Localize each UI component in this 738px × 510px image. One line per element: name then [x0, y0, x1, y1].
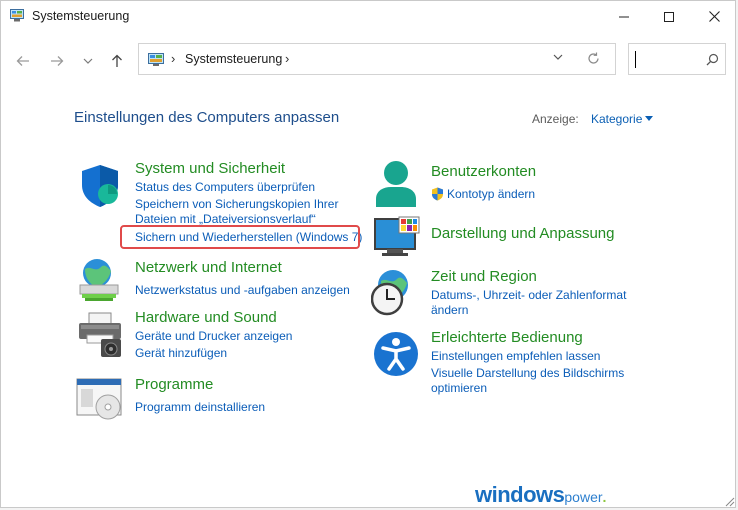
- search-input[interactable]: [633, 50, 703, 68]
- search-icon[interactable]: [706, 53, 719, 66]
- close-button[interactable]: [691, 1, 735, 32]
- breadcrumb-systemsteuerung[interactable]: Systemsteuerung: [185, 52, 282, 66]
- arrow-right-icon: [51, 56, 64, 66]
- control-panel-app-icon: [10, 9, 24, 22]
- link-network-status[interactable]: Netzwerkstatus und -aufgaben anzeigen: [135, 283, 350, 298]
- arrow-left-icon: [16, 56, 29, 66]
- forward-button[interactable]: [45, 49, 69, 73]
- link-date-time-format[interactable]: Datums-, Uhrzeit- oder Zahlenformat: [431, 288, 626, 303]
- programs-icon[interactable]: [76, 377, 124, 421]
- search-box[interactable]: [628, 43, 726, 75]
- maximize-button[interactable]: [646, 1, 692, 32]
- arrow-up-icon: [112, 54, 122, 67]
- logo-dot: .: [602, 489, 607, 505]
- title-bar[interactable]: Systemsteuerung: [1, 1, 735, 32]
- logo-small: power: [564, 489, 603, 505]
- category-title-system-security[interactable]: System und Sicherheit: [135, 160, 285, 177]
- globe-network-icon[interactable]: [77, 257, 123, 303]
- maximize-icon: [664, 11, 674, 22]
- link-uninstall-program[interactable]: Programm deinstallieren: [135, 400, 265, 415]
- resize-grip-icon[interactable]: [723, 495, 735, 507]
- category-title-ease-of-access[interactable]: Erleichterte Bedienung: [431, 329, 583, 346]
- windowspower-logo: windowspower.: [475, 482, 607, 507]
- text-caret: [635, 51, 636, 68]
- category-title-programs[interactable]: Programme: [135, 376, 213, 393]
- category-title-time-region[interactable]: Zeit und Region: [431, 268, 537, 285]
- control-panel-window: Systemsteuerung › Systemsteuerung › Eins…: [0, 0, 736, 508]
- close-icon: [708, 11, 720, 22]
- printer-icon[interactable]: [77, 311, 123, 357]
- link-devices-printers[interactable]: Geräte und Drucker anzeigen: [135, 329, 292, 344]
- link-change-account-type[interactable]: Kontotyp ändern: [447, 187, 535, 202]
- recent-locations-button[interactable]: [76, 49, 100, 73]
- navigation-toolbar: › Systemsteuerung ›: [1, 37, 735, 83]
- link-check-computer-status[interactable]: Status des Computers überprüfen: [135, 180, 315, 195]
- window-title: Systemsteuerung: [32, 9, 130, 23]
- link-optimize-visual-display[interactable]: Visuelle Darstellung des Bildschirms: [431, 366, 624, 381]
- link-date-time-format-line2[interactable]: ändern: [431, 303, 468, 318]
- minimize-icon: [619, 16, 629, 17]
- link-recommend-settings[interactable]: Einstellungen empfehlen lassen: [431, 349, 600, 364]
- address-bar[interactable]: › Systemsteuerung ›: [138, 43, 616, 75]
- breadcrumb-separator[interactable]: ›: [285, 51, 289, 66]
- view-label: Anzeige:: [532, 112, 579, 126]
- category-title-appearance-personalization[interactable]: Darstellung und Anpassung: [431, 225, 614, 242]
- link-optimize-visual-display-line2[interactable]: optimieren: [431, 381, 487, 396]
- highlight-frame: [120, 225, 360, 249]
- breadcrumb-separator[interactable]: ›: [171, 51, 175, 66]
- user-icon[interactable]: [373, 159, 419, 209]
- refresh-icon[interactable]: [587, 52, 600, 65]
- uac-shield-icon: [432, 187, 443, 201]
- back-button[interactable]: [11, 49, 35, 73]
- category-title-hardware-sound[interactable]: Hardware und Sound: [135, 309, 277, 326]
- category-title-user-accounts[interactable]: Benutzerkonten: [431, 163, 536, 180]
- logo-main: windows: [475, 482, 565, 507]
- accessibility-icon[interactable]: [373, 331, 419, 377]
- shield-icon[interactable]: [77, 163, 123, 209]
- clock-globe-icon[interactable]: [371, 267, 421, 317]
- dropdown-arrow-icon[interactable]: [645, 116, 653, 121]
- monitor-icon[interactable]: [373, 215, 421, 259]
- page-title: Einstellungen des Computers anpassen: [74, 109, 340, 126]
- view-mode-dropdown[interactable]: Kategorie: [591, 112, 642, 126]
- up-button[interactable]: [105, 49, 129, 73]
- link-backup-file-history[interactable]: Speichern von Sicherungskopien Ihrer: [135, 197, 338, 212]
- control-panel-icon: [148, 53, 164, 66]
- category-title-network-internet[interactable]: Netzwerk und Internet: [135, 259, 282, 276]
- address-dropdown-icon[interactable]: [553, 54, 563, 60]
- minimize-button[interactable]: [601, 1, 647, 32]
- chevron-down-icon: [83, 58, 93, 64]
- link-add-device[interactable]: Gerät hinzufügen: [135, 346, 227, 361]
